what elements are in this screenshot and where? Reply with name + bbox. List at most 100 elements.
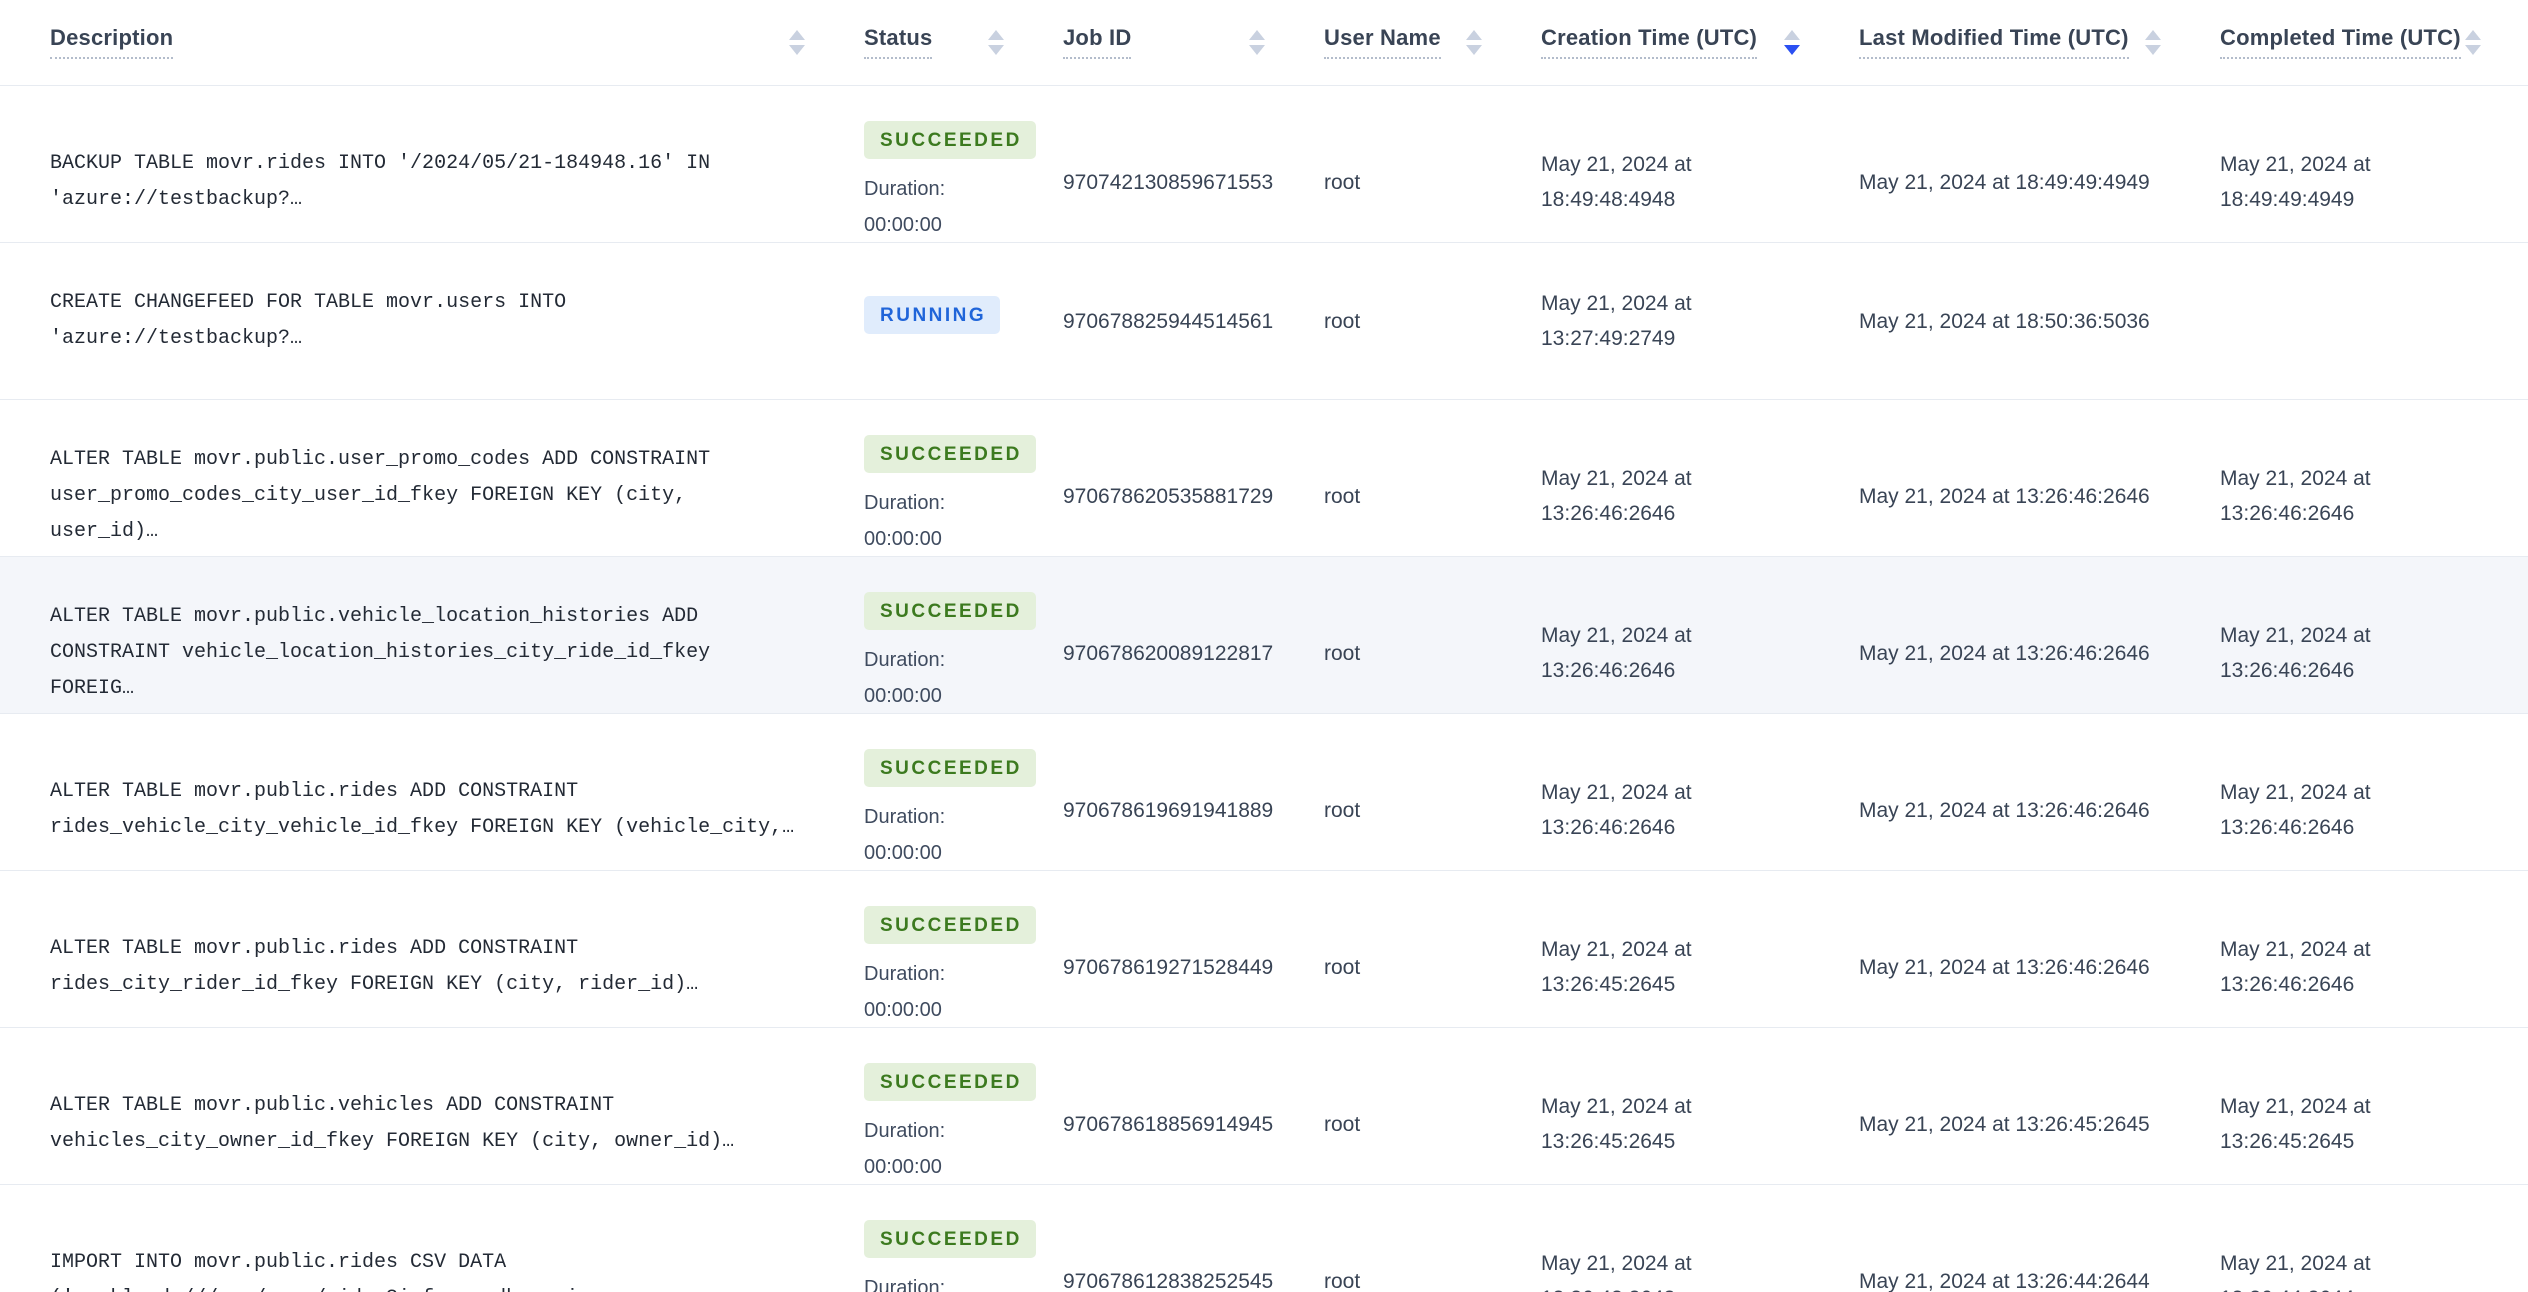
sort-down-arrow-icon [1249,45,1265,55]
sort-up-arrow-icon [1784,30,1800,40]
last-modified-time: May 21, 2024 at 13:26:46:2646 [1859,484,2150,508]
creation-time: May 21, 2024 at 13:26:45:2645 [1541,938,1692,996]
sort-icon[interactable] [1462,26,1486,59]
user-name: root [1324,641,1361,665]
user-name: root [1324,309,1361,333]
job-duration: Duration: 00:00:00 [864,1120,946,1178]
job-description: ALTER TABLE movr.public.user_promo_codes… [50,448,711,543]
last-modified-time: May 21, 2024 at 13:26:45:2645 [1859,1112,2150,1136]
job-description: BACKUP TABLE movr.rides INTO '/2024/05/2… [50,152,711,211]
status-badge: SUCCEEDED [864,121,1036,159]
sort-up-arrow-icon [2145,30,2161,40]
job-id: 970742130859671553 [1063,170,1274,194]
table-row[interactable]: ALTER TABLE movr.public.user_promo_codes… [0,400,2528,557]
sort-icon[interactable] [984,26,1008,59]
user-name: root [1324,955,1361,979]
table-row[interactable]: IMPORT INTO movr.public.rides CSV DATA (… [0,1185,2528,1292]
completed-time: May 21, 2024 at 13:26:46:2646 [2220,938,2371,996]
user-name: root [1324,1269,1361,1292]
column-header-job-id[interactable]: Job ID [1063,0,1324,85]
completed-time: May 21, 2024 at 13:26:46:2646 [2220,467,2371,525]
job-status-cell: SUCCEEDED Duration: 00:00:00 [864,1185,1063,1292]
sort-up-arrow-icon [2464,30,2481,40]
sort-up-arrow-icon [1466,30,1482,40]
table-row[interactable]: ALTER TABLE movr.public.rides ADD CONSTR… [0,714,2528,871]
column-label: Job ID [1063,26,1132,59]
sort-down-arrow-icon [1466,45,1482,55]
creation-time: May 21, 2024 at 18:49:48:4948 [1541,153,1692,211]
column-label: Description [50,26,174,59]
column-header-creation-time[interactable]: Creation Time (UTC) [1541,0,1859,85]
sort-icon[interactable] [2141,26,2165,59]
job-status-cell: SUCCEEDED Duration: 00:00:00 [864,86,1063,278]
sort-icon[interactable] [2461,26,2485,59]
user-name: root [1324,484,1361,508]
column-label: Last Modified Time (UTC) [1859,26,2129,59]
sort-down-arrow-icon [1784,45,1800,55]
jobs-table: Description Status Job ID User Name Crea… [0,0,2528,1292]
status-badge: SUCCEEDED [864,1063,1036,1101]
last-modified-time: May 21, 2024 at 13:26:46:2646 [1859,798,2150,822]
job-id: 970678620535881729 [1063,484,1274,508]
status-badge: SUCCEEDED [864,1220,1036,1258]
job-id: 970678619691941889 [1063,798,1274,822]
job-duration: Duration: 00:00:00 [864,806,946,864]
job-description: ALTER TABLE movr.public.rides ADD CONSTR… [50,780,795,839]
user-name: root [1324,170,1361,194]
sort-icon[interactable] [1780,26,1804,59]
job-id: 970678612838252545 [1063,1269,1274,1292]
job-duration: Duration: 00:00:00 [864,963,946,1021]
job-description: ALTER TABLE movr.public.vehicles ADD CON… [50,1094,735,1153]
table-row[interactable]: CREATE CHANGEFEED FOR TABLE movr.users I… [0,243,2528,400]
job-duration: Duration: 00:00:00 [864,492,946,550]
job-duration: Duration: 00:00:00 [864,178,946,236]
job-duration: Duration: 00:00:00 [864,649,946,707]
completed-time: May 21, 2024 at 18:49:49:4949 [2220,153,2371,211]
completed-time: May 21, 2024 at 13:26:44:2644 [2220,1252,2371,1292]
job-id: 970678620089122817 [1063,641,1274,665]
column-label: Creation Time (UTC) [1541,26,1758,59]
sort-up-arrow-icon [988,30,1004,40]
completed-time: May 21, 2024 at 13:26:46:2646 [2220,624,2371,682]
status-badge: SUCCEEDED [864,435,1036,473]
job-id: 970678825944514561 [1063,309,1274,333]
creation-time: May 21, 2024 at 13:26:46:2646 [1541,624,1692,682]
column-header-status[interactable]: Status [864,0,1063,85]
last-modified-time: May 21, 2024 at 18:49:49:4949 [1859,170,2150,194]
last-modified-time: May 21, 2024 at 13:26:44:2644 [1859,1269,2150,1292]
sort-down-arrow-icon [2145,45,2161,55]
creation-time: May 21, 2024 at 13:26:46:2646 [1541,781,1692,839]
column-header-user-name[interactable]: User Name [1324,0,1541,85]
creation-time: May 21, 2024 at 13:26:43:2643 [1541,1252,1692,1292]
column-label: User Name [1324,26,1441,59]
creation-time: May 21, 2024 at 13:27:49:2749 [1541,292,1692,350]
table-row[interactable]: ALTER TABLE movr.public.vehicle_location… [0,557,2528,714]
job-duration: Duration: 00:00:00 [864,1277,946,1292]
sort-icon[interactable] [785,26,809,59]
column-header-completed-time[interactable]: Completed Time (UTC) [2220,0,2528,85]
job-description: ALTER TABLE movr.public.vehicle_location… [50,605,711,700]
column-header-last-modified-time[interactable]: Last Modified Time (UTC) [1859,0,2220,85]
job-description: IMPORT INTO movr.public.rides CSV DATA (… [50,1251,626,1292]
status-badge: RUNNING [864,296,1001,334]
column-label: Completed Time (UTC) [2220,26,2461,59]
user-name: root [1324,798,1361,822]
table-row[interactable]: BACKUP TABLE movr.rides INTO '/2024/05/2… [0,86,2528,243]
job-description: CREATE CHANGEFEED FOR TABLE movr.users I… [50,291,567,350]
table-row[interactable]: ALTER TABLE movr.public.vehicles ADD CON… [0,1028,2528,1185]
completed-time: May 21, 2024 at 13:26:46:2646 [2220,781,2371,839]
user-name: root [1324,1112,1361,1136]
sort-up-arrow-icon [789,30,805,40]
sort-down-arrow-icon [988,45,1004,55]
job-description: ALTER TABLE movr.public.rides ADD CONSTR… [50,937,699,996]
table-header-row: Description Status Job ID User Name Crea… [0,0,2528,86]
creation-time: May 21, 2024 at 13:26:46:2646 [1541,467,1692,525]
job-id: 970678618856914945 [1063,1112,1274,1136]
last-modified-time: May 21, 2024 at 13:26:46:2646 [1859,955,2150,979]
table-row[interactable]: ALTER TABLE movr.public.rides ADD CONSTR… [0,871,2528,1028]
sort-icon[interactable] [1245,26,1269,59]
column-header-description[interactable]: Description [50,0,864,85]
job-id: 970678619271528449 [1063,955,1274,979]
status-badge: SUCCEEDED [864,592,1036,630]
completed-time: May 21, 2024 at 13:26:45:2645 [2220,1095,2371,1153]
